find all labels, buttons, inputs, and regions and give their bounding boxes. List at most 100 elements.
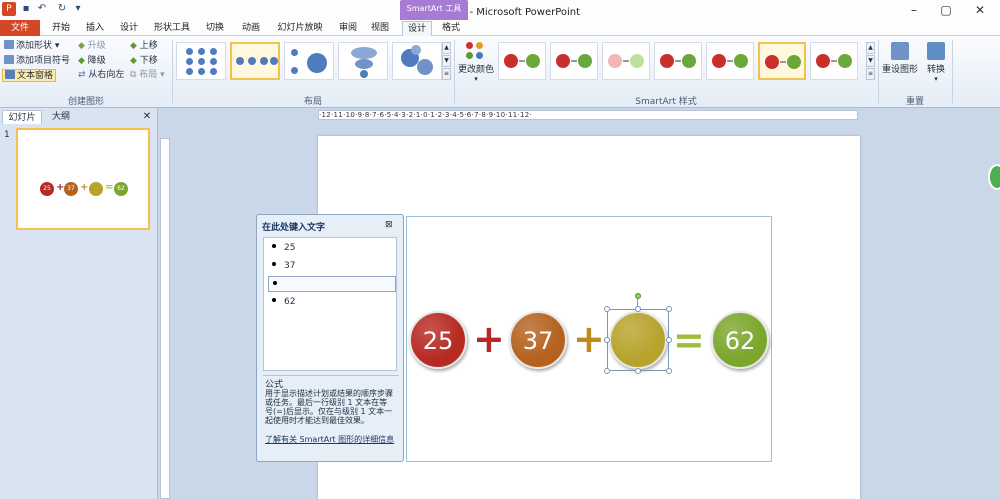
move-up-button[interactable]: ◆ 上移 (130, 40, 158, 53)
layout-gallery-scroll-down[interactable]: ▼ (442, 55, 451, 67)
close-pane-icon[interactable]: ✕ (140, 110, 154, 124)
equation-plus-1[interactable]: + (473, 319, 505, 359)
tab-design-main[interactable]: 设计 (114, 21, 144, 36)
thumb-circle-3 (89, 182, 103, 196)
smartart-style-option[interactable] (810, 42, 858, 80)
bullet-item[interactable]: 37 (272, 258, 398, 274)
text-pane-close-icon[interactable]: ⊠ (385, 220, 393, 230)
smartart-style-option[interactable] (654, 42, 702, 80)
resize-handle[interactable] (604, 368, 610, 374)
right-to-left-button[interactable]: ⇄ 从右向左 (78, 69, 124, 82)
text-pane-bullets[interactable]: 25 37 62 (263, 237, 397, 371)
tab-smartart-format[interactable]: 格式 (436, 21, 466, 36)
resize-handle[interactable] (635, 368, 641, 374)
reset-graphic-icon (891, 42, 909, 60)
bullet-text: 37 (284, 261, 296, 271)
smartart-style-option[interactable] (602, 42, 650, 80)
slide-number: 1 (4, 130, 10, 140)
resize-handle[interactable] (635, 306, 641, 312)
resize-handle[interactable] (604, 337, 610, 343)
resize-handle[interactable] (666, 368, 672, 374)
tab-insert[interactable]: 插入 (80, 21, 110, 36)
smartart-tools-context: SmartArt 工具 (400, 0, 468, 20)
equation-circle-4[interactable]: 62 (711, 311, 769, 369)
tab-file[interactable]: 文件 (0, 20, 40, 36)
demote-button[interactable]: ◆ 降级 (78, 55, 106, 68)
slide-thumbnail[interactable]: 25 + 37 + = 62 (16, 128, 150, 230)
smartart-graphic-frame[interactable]: 25 + 37 + = 62 (406, 216, 772, 462)
reset-graphic-button[interactable]: 重设图形 (880, 40, 920, 86)
vertical-ruler (160, 138, 170, 499)
tab-outline[interactable]: 大纲 (44, 110, 78, 124)
add-shape-button[interactable]: 添加形状 ▾ (4, 40, 59, 53)
tab-slides[interactable]: 幻灯片 (2, 110, 42, 124)
text-pane-button[interactable]: 文本窗格 (2, 69, 57, 82)
tab-view[interactable]: 视图 (366, 21, 394, 36)
resize-handle[interactable] (604, 306, 610, 312)
slides-pane: 幻灯片 大纲 ✕ 1 25 + 37 + = 62 (0, 108, 158, 499)
text-pane-icon (5, 70, 15, 79)
move-down-button[interactable]: ◆ 下移 (130, 55, 158, 68)
style-gallery-scroll-up[interactable]: ▲ (866, 42, 875, 54)
layout-button[interactable]: ⧉ 布局 ▾ (130, 69, 165, 82)
tab-shape-tools[interactable]: 形状工具 (150, 21, 194, 36)
style-gallery-scroll-down[interactable]: ▼ (866, 55, 875, 67)
rotate-handle[interactable] (635, 293, 641, 299)
floating-helper-icon[interactable] (988, 164, 1000, 190)
resize-handle[interactable] (666, 337, 672, 343)
smartart-style-option[interactable] (706, 42, 754, 80)
promote-label: 升级 (87, 41, 106, 51)
demote-icon: ◆ (78, 56, 88, 66)
layout-gallery-more[interactable]: ≡ (442, 68, 451, 80)
equation-circle-1[interactable]: 25 (409, 311, 467, 369)
bullet-text: 25 (284, 243, 296, 253)
layout-option-equation[interactable] (230, 42, 280, 80)
tab-review[interactable]: 审阅 (334, 21, 362, 36)
layout-option-1[interactable] (176, 42, 226, 80)
layout-option-funnel[interactable] (338, 42, 388, 80)
minimize-button[interactable]: – (904, 2, 924, 18)
tab-slideshow[interactable]: 幻灯片放映 (272, 21, 328, 36)
create-graphic-group-label: 创建图形 (67, 97, 104, 107)
resize-handle[interactable] (666, 306, 672, 312)
tab-smartart-design[interactable]: 设计 (402, 21, 432, 37)
thumb-plus-2: + (80, 182, 89, 193)
bullet-item[interactable]: 62 (272, 294, 398, 310)
bullet-item-active[interactable] (268, 276, 396, 292)
layout-option-3[interactable] (284, 42, 334, 80)
maximize-button[interactable]: ▢ (936, 2, 956, 18)
equation-plus-2[interactable]: + (573, 319, 605, 359)
change-colors-label: 更改颜色 (457, 65, 494, 75)
right-to-left-label: 从右向左 (88, 70, 125, 80)
layout-icon: ⧉ (130, 70, 140, 80)
window-title: 演示文稿1 - Microsoft PowerPoint (419, 7, 581, 18)
reset-group-label: 重置 (905, 97, 924, 107)
bullet-item[interactable]: 25 (272, 240, 398, 256)
convert-button[interactable]: 转换 ▾ (922, 40, 950, 86)
learn-more-link[interactable]: 了解有关 SmartArt 图形的详细信息 (265, 435, 395, 444)
equation-circle-2[interactable]: 37 (509, 311, 567, 369)
smartart-style-option[interactable] (498, 42, 546, 80)
equation-equals[interactable]: = (673, 321, 705, 359)
style-gallery-more[interactable]: ≡ (866, 68, 875, 80)
add-bullet-icon (4, 55, 14, 64)
smartart-style-option[interactable] (550, 42, 598, 80)
thumb-equals: = (105, 182, 114, 193)
smartart-style-option[interactable] (758, 42, 806, 80)
promote-button[interactable]: ◆ 升级 (78, 40, 106, 53)
layout-option-gears[interactable] (392, 42, 442, 80)
tab-home[interactable]: 开始 (46, 21, 76, 36)
tab-animations[interactable]: 动画 (236, 21, 266, 36)
add-shape-icon (4, 40, 14, 49)
change-colors-button[interactable]: 更改颜色 ▾ (456, 40, 496, 86)
thumb-circle-1: 25 (40, 182, 54, 196)
add-bullet-button[interactable]: 添加项目符号 (4, 55, 70, 68)
layout-gallery-scroll-up[interactable]: ▲ (442, 42, 451, 54)
close-button[interactable]: ✕ (970, 2, 990, 18)
layout-description: 用于显示描述计划或结果的顺序步骤或任务。最后一行级别 1 文本在等号(=)后显示… (265, 389, 393, 425)
ribbon: 添加形状 ▾ 添加项目符号 文本窗格 ◆ 升级 ◆ 降级 ⇄ 从右向左 ◆ 上移… (0, 36, 1000, 108)
move-up-icon: ◆ (130, 41, 140, 51)
change-colors-icon (464, 40, 488, 62)
text-pane-label: 文本窗格 (17, 71, 54, 81)
tab-transitions[interactable]: 切换 (200, 21, 230, 36)
